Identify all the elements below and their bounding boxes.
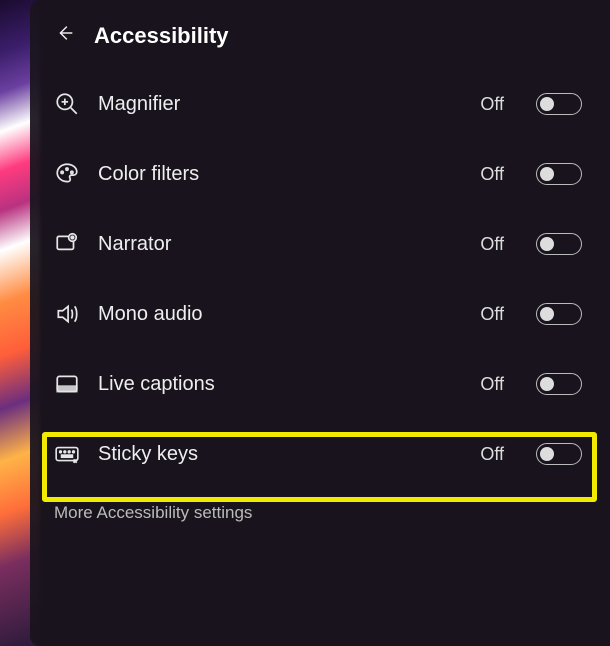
speaker-icon <box>54 301 80 327</box>
setting-label: Narrator <box>98 233 462 256</box>
setting-state: Off <box>480 94 504 115</box>
more-accessibility-settings-link[interactable]: More Accessibility settings <box>30 489 610 537</box>
setting-label: Sticky keys <box>98 443 462 466</box>
toggle-switch-narrator[interactable] <box>536 233 582 255</box>
toggle-switch-live-captions[interactable] <box>536 373 582 395</box>
narrator-icon <box>54 231 80 257</box>
setting-state: Off <box>480 234 504 255</box>
keyboard-icon <box>54 441 80 467</box>
setting-row-live-captions[interactable]: Live captions Off <box>30 349 610 419</box>
panel-title: Accessibility <box>94 23 229 49</box>
toggle-switch-mono-audio[interactable] <box>536 303 582 325</box>
back-arrow-icon[interactable] <box>54 22 76 49</box>
toggle-switch-sticky-keys[interactable] <box>536 443 582 465</box>
setting-row-narrator[interactable]: Narrator Off <box>30 209 610 279</box>
setting-state: Off <box>480 444 504 465</box>
setting-state: Off <box>480 374 504 395</box>
panel-header: Accessibility <box>30 18 610 69</box>
setting-row-sticky-keys[interactable]: Sticky keys Off <box>30 419 610 489</box>
toggle-switch-magnifier[interactable] <box>536 93 582 115</box>
setting-state: Off <box>480 164 504 185</box>
setting-row-mono-audio[interactable]: Mono audio Off <box>30 279 610 349</box>
captions-icon <box>54 371 80 397</box>
accessibility-quick-settings-panel: Accessibility Magnifier Off Color filter… <box>30 0 610 646</box>
setting-row-magnifier[interactable]: Magnifier Off <box>30 69 610 139</box>
magnifier-icon <box>54 91 80 117</box>
palette-icon <box>54 161 80 187</box>
setting-label: Color filters <box>98 163 462 186</box>
setting-label: Magnifier <box>98 93 462 116</box>
setting-row-color-filters[interactable]: Color filters Off <box>30 139 610 209</box>
setting-label: Mono audio <box>98 303 462 326</box>
setting-state: Off <box>480 304 504 325</box>
toggle-switch-color-filters[interactable] <box>536 163 582 185</box>
setting-label: Live captions <box>98 373 462 396</box>
more-link-label: More Accessibility settings <box>54 503 252 522</box>
